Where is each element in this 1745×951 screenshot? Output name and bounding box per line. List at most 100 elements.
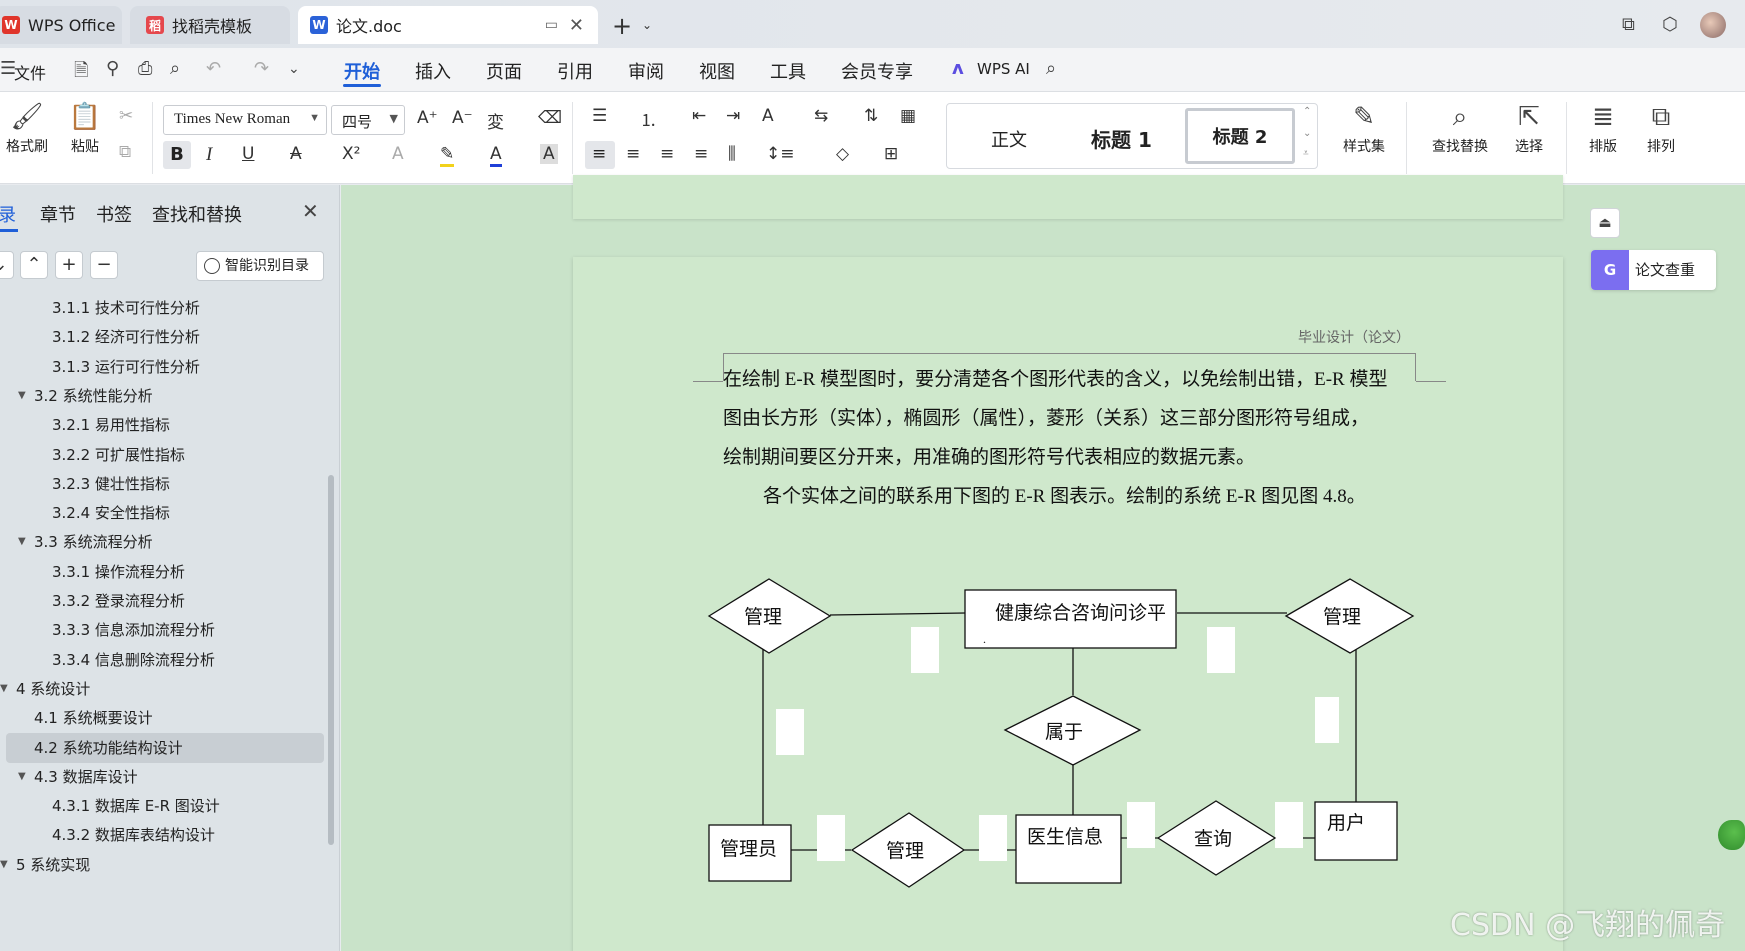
shading-icon[interactable]: ◇ xyxy=(836,144,849,164)
find-replace-button[interactable]: ⌕ 查找替换 xyxy=(1418,102,1502,156)
expand-triangle-icon[interactable]: ▼ xyxy=(0,674,8,704)
add-heading-button[interactable]: + xyxy=(55,251,83,279)
toc-item[interactable]: 3.2.1 易用性指标 xyxy=(0,410,320,440)
justify-button[interactable]: ≡ xyxy=(694,144,708,164)
tab-wps-office[interactable]: W WPS Office xyxy=(0,6,122,44)
save-icon[interactable]: 🗎 xyxy=(74,58,88,88)
distribute-button[interactable]: ⫼ xyxy=(728,144,736,164)
style-set-button[interactable]: ✎ 样式集 xyxy=(1332,102,1396,156)
toc-item[interactable]: ▼ 4 系统设计 xyxy=(0,674,320,704)
menu-page[interactable]: 页面 xyxy=(486,58,522,84)
char-shading-button[interactable]: A xyxy=(540,144,558,164)
toc-item[interactable]: 3.1.3 运行可行性分析 xyxy=(0,352,320,382)
toc-item[interactable]: 3.3.3 信息添加流程分析 xyxy=(0,615,320,645)
strikethrough-button[interactable]: A xyxy=(290,144,302,164)
align-right-button[interactable]: ≡ xyxy=(660,144,674,164)
tab-chapters[interactable]: 章节 xyxy=(40,201,76,227)
italic-button[interactable]: I xyxy=(206,144,212,166)
increase-font-icon[interactable]: A⁺ xyxy=(417,108,438,128)
menu-file[interactable]: 文件 xyxy=(14,60,46,84)
expand-icon[interactable]: ⩡ xyxy=(1303,148,1309,159)
toc-item[interactable]: ▼ 4.3 数据库设计 xyxy=(0,762,320,792)
toc-item[interactable]: 3.3.2 登录流程分析 xyxy=(0,586,320,616)
line-spacing-button[interactable]: ↕≡ xyxy=(766,144,795,164)
select-button[interactable]: ⇱ 选择 xyxy=(1502,102,1556,156)
paste-button[interactable]: 📋 粘贴 xyxy=(62,102,108,156)
layout-button[interactable]: ≣ 排版 xyxy=(1578,102,1628,156)
align-center-button[interactable]: ≡ xyxy=(626,144,640,164)
numbered-list-icon[interactable]: ⒈ xyxy=(640,106,657,131)
menu-home[interactable]: 开始 xyxy=(344,58,380,84)
new-tab-button[interactable]: + xyxy=(612,12,632,40)
toc-item[interactable]: 3.2.4 安全性指标 xyxy=(0,498,320,528)
scrollbar[interactable] xyxy=(328,475,334,845)
toc-item[interactable]: 3.2.3 健壮性指标 xyxy=(0,469,320,499)
font-size-combo[interactable]: 四号 ▼ xyxy=(331,105,405,135)
collapse-panel-button[interactable]: ⏏ xyxy=(1590,208,1620,238)
chevron-up-button[interactable]: ⌃ xyxy=(20,251,48,279)
underline-button[interactable]: U xyxy=(242,144,254,164)
font-name-combo[interactable]: Times New Roman ▼ xyxy=(163,105,327,135)
window-icon[interactable]: ⧉ xyxy=(1622,14,1635,35)
sort-icon[interactable]: ⇅ xyxy=(864,106,878,126)
expand-triangle-icon[interactable]: ▼ xyxy=(18,381,26,411)
format-painter-button[interactable]: 🖌 格式刷 xyxy=(4,102,50,156)
toc-item[interactable]: ▼ 3.2 系统性能分析 xyxy=(0,381,320,411)
print-icon[interactable]: ⎙ xyxy=(138,58,152,79)
tab-document[interactable]: W 论文.doc ▭ ✕ xyxy=(298,6,598,44)
menu-wps-ai[interactable]: WPS AI xyxy=(977,60,1030,78)
toc-item[interactable]: 3.2.2 可扩展性指标 xyxy=(0,440,320,470)
menu-reference[interactable]: 引用 xyxy=(557,58,593,84)
sort-swap-icon[interactable]: ⇆ xyxy=(814,106,828,126)
border-icon[interactable]: ⊞ xyxy=(884,144,898,164)
style-heading-1[interactable]: 标题 1 xyxy=(1091,124,1152,153)
superscript-button[interactable]: X² xyxy=(342,144,360,164)
toc-item[interactable]: 3.3.1 操作流程分析 xyxy=(0,557,320,587)
chevron-down-icon[interactable]: ⌄ xyxy=(1303,128,1311,139)
menu-view[interactable]: 视图 xyxy=(699,58,735,84)
text-direction-icon[interactable]: A xyxy=(762,106,774,126)
chevron-down-icon[interactable]: ⌄ xyxy=(288,61,300,77)
document-page[interactable]: 毕业设计（论文） 在绘制 E-R 模型图时，要分清楚各个图形代表的含义，以免绘制… xyxy=(573,257,1563,951)
toc-item[interactable]: 4.1 系统概要设计 xyxy=(0,703,320,733)
copy-icon[interactable]: ⧉ xyxy=(119,142,131,162)
cube-icon[interactable]: ⬡ xyxy=(1662,14,1678,35)
phonetic-guide-icon[interactable]: 変 xyxy=(487,108,504,133)
menu-member[interactable]: 会员专享 xyxy=(841,58,913,84)
chevron-down-icon[interactable]: ⌄ xyxy=(642,18,652,32)
close-icon[interactable]: ✕ xyxy=(569,15,584,36)
align-left-button[interactable]: ≡ xyxy=(585,141,615,169)
close-icon[interactable]: ✕ xyxy=(302,199,319,223)
toc-item[interactable]: ▼ 5 系统实现 xyxy=(0,850,320,880)
decrease-font-icon[interactable]: A⁻ xyxy=(452,108,473,128)
monitor-icon[interactable]: ▭ xyxy=(545,17,558,33)
search-icon[interactable]: ⌕ xyxy=(1046,58,1056,79)
toc-item[interactable]: 3.1.2 经济可行性分析 xyxy=(0,322,320,352)
bullet-list-icon[interactable]: ☰ xyxy=(592,106,607,126)
expand-triangle-icon[interactable]: ▼ xyxy=(18,762,26,792)
mascot-icon[interactable] xyxy=(1718,820,1745,850)
table-lines-icon[interactable]: ▦ xyxy=(900,106,916,126)
menu-review[interactable]: 审阅 xyxy=(628,58,664,84)
tab-bookmarks[interactable]: 书签 xyxy=(96,201,132,227)
chevron-up-icon[interactable]: ⌃ xyxy=(1303,106,1311,117)
toc-item[interactable]: 3.1.1 技术可行性分析 xyxy=(0,293,320,323)
toc-item[interactable]: 4.3.1 数据库 E-R 图设计 xyxy=(0,791,320,821)
collapse-all-button[interactable]: ⌄ xyxy=(0,251,14,279)
arrange-button[interactable]: ⧉ 排列 xyxy=(1636,102,1686,156)
expand-triangle-icon[interactable]: ▼ xyxy=(18,527,26,557)
toc-item[interactable]: 3.3.4 信息删除流程分析 xyxy=(0,645,320,675)
toc-item[interactable]: 4.2 系统功能结构设计 xyxy=(6,732,324,763)
text-effect-button[interactable]: A xyxy=(392,144,404,164)
expand-triangle-icon[interactable]: ▼ xyxy=(0,850,8,880)
paper-check-button[interactable]: G 论文查重 xyxy=(1591,250,1716,290)
highlight-button[interactable]: ✎ xyxy=(440,144,455,167)
undo-icon[interactable]: ↶ xyxy=(206,58,221,79)
tab-toc[interactable]: 录 xyxy=(0,201,16,227)
wps-ai-icon[interactable]: ʌ xyxy=(952,58,964,79)
avatar[interactable] xyxy=(1700,12,1726,38)
tab-find-replace[interactable]: 查找和替换 xyxy=(152,201,242,227)
tab-docer-templates[interactable]: 稻 找稻壳模板 xyxy=(130,6,290,44)
increase-indent-icon[interactable]: ⇥ xyxy=(726,106,740,126)
style-normal[interactable]: 正文 xyxy=(991,126,1027,152)
